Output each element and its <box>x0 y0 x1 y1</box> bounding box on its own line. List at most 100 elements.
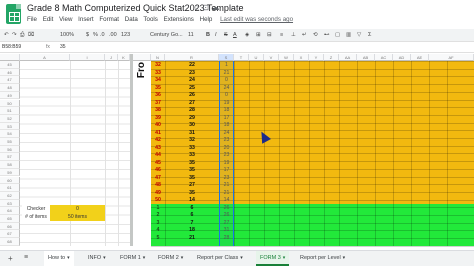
blank-column[interactable] <box>133 61 151 246</box>
italic-button[interactable]: I <box>215 32 217 38</box>
menu-help[interactable]: Help <box>200 16 213 23</box>
column-header-z[interactable]: Z <box>324 54 339 61</box>
row-header[interactable]: 48 <box>0 84 20 92</box>
row-header[interactable]: 66 <box>0 222 20 231</box>
row-header[interactable]: 67 <box>0 230 20 239</box>
tab-form-3[interactable]: FORM 3 ▾ <box>256 251 290 266</box>
items-value[interactable]: 50 items <box>50 213 105 221</box>
formula-input[interactable]: 35 <box>60 44 66 50</box>
percent-button[interactable]: % <box>93 32 98 38</box>
row-header[interactable]: 59 <box>0 168 20 177</box>
column-header-v[interactable]: V <box>264 54 279 61</box>
row-header[interactable]: 63 <box>0 199 20 208</box>
tab-form-1[interactable]: FORM 1 ▾ <box>116 251 149 266</box>
row-header[interactable]: 54 <box>0 130 20 138</box>
wrap-icon[interactable]: ↵ <box>302 32 307 38</box>
all-sheets-icon[interactable]: ≡ <box>24 254 28 261</box>
menu-file[interactable]: File <box>27 16 37 23</box>
column-header-r[interactable]: R <box>165 54 219 61</box>
link-icon[interactable]: ⊷ <box>324 32 330 38</box>
row-header[interactable]: 57 <box>0 153 20 162</box>
add-sheet-icon[interactable]: + <box>8 254 13 263</box>
rotate-icon[interactable]: ⟲ <box>313 32 318 38</box>
row-header[interactable]: 51 <box>0 107 20 115</box>
comment-icon[interactable]: ▢ <box>335 32 340 38</box>
row-header[interactable]: 49 <box>0 91 20 100</box>
font-select[interactable]: Century Go... <box>150 32 183 38</box>
sheets-logo-icon[interactable] <box>6 4 21 24</box>
row-header[interactable]: 62 <box>0 191 20 200</box>
cell-score[interactable]: 21 <box>165 234 219 242</box>
tab-report-per-level[interactable]: Report per Level ▾ <box>296 251 349 266</box>
functions-icon[interactable]: Σ <box>368 32 371 38</box>
menu-edit[interactable]: Edit <box>43 16 54 23</box>
column-header-n[interactable]: N <box>151 54 165 61</box>
menu-view[interactable]: View <box>59 16 72 23</box>
column-header-w[interactable]: W <box>279 54 294 61</box>
fill-color-icon[interactable]: ◈ <box>245 32 249 38</box>
checker-value[interactable]: 0 <box>50 205 105 213</box>
font-size-select[interactable]: 11 <box>188 32 194 38</box>
cell-item-number[interactable]: 5 <box>151 234 165 242</box>
menu-insert[interactable]: Insert <box>78 16 93 23</box>
column-header-s[interactable]: S <box>219 54 234 61</box>
merge-cells-icon[interactable]: ⊟ <box>267 32 272 38</box>
tab-how-to[interactable]: How to ▾ <box>44 251 74 266</box>
menu-tools[interactable]: Tools <box>143 16 157 23</box>
menu-format[interactable]: Format <box>99 16 119 23</box>
row-header[interactable]: 58 <box>0 161 20 169</box>
row-header[interactable]: 46 <box>0 68 20 77</box>
align-icon[interactable]: ≡ <box>280 32 283 38</box>
increase-decimal-button[interactable]: .00 <box>109 32 117 38</box>
menu-extensions[interactable]: Extensions <box>164 16 194 23</box>
tab-info[interactable]: INFO ▾ <box>84 251 110 266</box>
row-header[interactable]: 50 <box>0 99 20 108</box>
row-header[interactable]: 52 <box>0 114 20 123</box>
tab-form-2[interactable]: FORM 2 ▾ <box>154 251 187 266</box>
select-all-corner[interactable] <box>0 54 20 61</box>
column-header-y[interactable]: Y <box>309 54 324 61</box>
row-header[interactable]: 47 <box>0 76 20 85</box>
number-format-button[interactable]: 123 <box>121 32 130 38</box>
column-header-t[interactable]: T <box>234 54 249 61</box>
column-header-x[interactable]: X <box>294 54 309 61</box>
column-header-a[interactable]: A <box>20 54 70 61</box>
row-header[interactable]: 65 <box>0 215 20 223</box>
column-header-i[interactable]: I <box>70 54 105 61</box>
star-icon[interactable]: ☆ ⊡ ☁ <box>193 3 219 12</box>
row-header[interactable]: 61 <box>0 184 20 192</box>
row-header[interactable]: 68 <box>0 238 20 246</box>
column-header-blank[interactable] <box>133 54 151 61</box>
redo-icon[interactable]: ↷ <box>12 32 17 38</box>
text-color-button[interactable]: A <box>233 32 237 38</box>
column-header-ac[interactable]: AC <box>375 54 393 61</box>
row-header[interactable]: 56 <box>0 145 20 154</box>
row-header[interactable]: 55 <box>0 138 20 146</box>
valign-icon[interactable]: ⊥ <box>291 32 296 38</box>
filter-icon[interactable]: ▽ <box>357 32 361 38</box>
column-header-u[interactable]: U <box>249 54 264 61</box>
column-header-aa[interactable]: AA <box>339 54 357 61</box>
bold-button[interactable]: B <box>206 32 210 38</box>
column-header-ae[interactable]: AE <box>411 54 429 61</box>
currency-button[interactable]: $ <box>86 32 89 38</box>
column-header-af[interactable]: AF <box>429 54 474 61</box>
chart-icon[interactable]: ▥ <box>346 32 351 38</box>
paint-format-icon[interactable]: ⌧ <box>28 32 34 38</box>
menu-data[interactable]: Data <box>125 16 138 23</box>
column-header-j[interactable]: J <box>105 54 118 61</box>
tab-report-per-class[interactable]: Report per Class ▾ <box>193 251 247 266</box>
decrease-decimal-button[interactable]: .0 <box>100 32 105 38</box>
row-header[interactable]: 64 <box>0 207 20 215</box>
row-header[interactable]: 60 <box>0 176 20 185</box>
zoom-select[interactable]: 100% <box>60 32 74 38</box>
column-header-k[interactable]: K <box>118 54 130 61</box>
last-edit-link[interactable]: Last edit was seconds ago <box>220 16 293 23</box>
column-header-ab[interactable]: AB <box>357 54 375 61</box>
strikethrough-button[interactable]: S <box>224 32 228 38</box>
column-header-ad[interactable]: AD <box>393 54 411 61</box>
row-header[interactable]: 53 <box>0 122 20 131</box>
name-box[interactable]: B58:B59 <box>2 44 40 52</box>
print-icon[interactable]: ⎙ <box>20 32 24 39</box>
row-header[interactable]: 45 <box>0 61 20 69</box>
